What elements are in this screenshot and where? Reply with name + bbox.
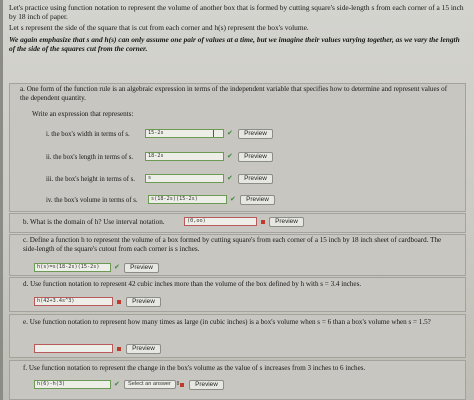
volume-check-icon: ✔ bbox=[230, 195, 236, 203]
width-check-icon: ✔ bbox=[227, 129, 233, 137]
select-error-icon bbox=[180, 383, 184, 387]
page-edge bbox=[0, 0, 3, 400]
function-input[interactable]: h(s)=s(18-2s)(15-2s) bbox=[34, 263, 111, 272]
expression-e-input[interactable] bbox=[34, 344, 113, 353]
height-check-icon: ✔ bbox=[227, 174, 233, 182]
domain-input[interactable]: (0,oo) bbox=[184, 217, 257, 226]
intro-text: Let's practice using function notation t… bbox=[9, 3, 464, 21]
expression-f-input[interactable]: h(6)-h(3) bbox=[34, 380, 111, 389]
expression-d-input[interactable]: h(42+3.4s^3) bbox=[34, 297, 113, 306]
expression-f-check-icon: ✔ bbox=[114, 380, 120, 388]
part-a-text: a. One form of the function rule is an a… bbox=[20, 85, 448, 102]
part-a-box: a. One form of the function rule is an a… bbox=[9, 83, 466, 212]
part-e-text: e. Use function notation to represent ho… bbox=[23, 318, 431, 326]
question-page: Let's practice using function notation t… bbox=[0, 0, 474, 400]
part-e-box: e. Use function notation to represent ho… bbox=[9, 314, 466, 358]
function-check-icon: ✔ bbox=[114, 263, 120, 271]
volume-input[interactable]: s(18-2s)(15-2s) bbox=[148, 195, 227, 204]
part-d-text: d. Use function notation to represent 42… bbox=[23, 280, 362, 288]
part-f-box: f. Use function notation to represent th… bbox=[9, 360, 466, 400]
text-cursor bbox=[213, 130, 214, 137]
height-preview-button[interactable]: Preview bbox=[238, 174, 273, 184]
definition-text: Let s represent the side of the square t… bbox=[9, 23, 309, 32]
answer-select-placeholder: Select an answer bbox=[128, 381, 171, 387]
function-preview-button[interactable]: Preview bbox=[124, 263, 159, 273]
part-a-prompt: Write an expression that represents: bbox=[32, 110, 134, 118]
part-c-text: c. Define a function h to represent the … bbox=[23, 236, 442, 253]
part-b-text: b. What is the domain of h? Use interval… bbox=[23, 218, 165, 226]
domain-preview-button[interactable]: Preview bbox=[269, 217, 304, 227]
part-d-box: d. Use function notation to represent 42… bbox=[9, 277, 466, 312]
part-b-box: b. What is the domain of h? Use interval… bbox=[9, 213, 466, 233]
answer-select[interactable]: Select an answer ⇕ bbox=[124, 380, 180, 389]
expression-e-error-icon bbox=[117, 347, 121, 351]
length-label: ii. the box's length in terms of s. bbox=[46, 154, 134, 161]
volume-label: iv. the box's volume in terms of s. bbox=[46, 197, 138, 204]
domain-error-icon bbox=[261, 220, 265, 224]
volume-preview-button[interactable]: Preview bbox=[240, 195, 275, 205]
expression-d-error-icon bbox=[117, 300, 121, 304]
expression-f-preview-button[interactable]: Preview bbox=[189, 380, 224, 390]
length-check-icon: ✔ bbox=[227, 152, 233, 160]
height-input[interactable]: s bbox=[145, 174, 224, 183]
emphasis-text: We again emphasize that s and h(s) can o… bbox=[9, 35, 460, 53]
part-f-text: f. Use function notation to represent th… bbox=[23, 364, 366, 372]
width-preview-button[interactable]: Preview bbox=[238, 129, 273, 139]
part-c-box: c. Define a function h to represent the … bbox=[9, 234, 466, 276]
expression-e-preview-button[interactable]: Preview bbox=[126, 344, 161, 354]
height-label: iii. the box's height in terms of s. bbox=[46, 176, 136, 183]
length-preview-button[interactable]: Preview bbox=[238, 152, 273, 162]
length-input[interactable]: 18-2s bbox=[145, 152, 224, 161]
width-label: i. the box's width in terms of s. bbox=[46, 131, 130, 138]
expression-d-preview-button[interactable]: Preview bbox=[126, 297, 161, 307]
